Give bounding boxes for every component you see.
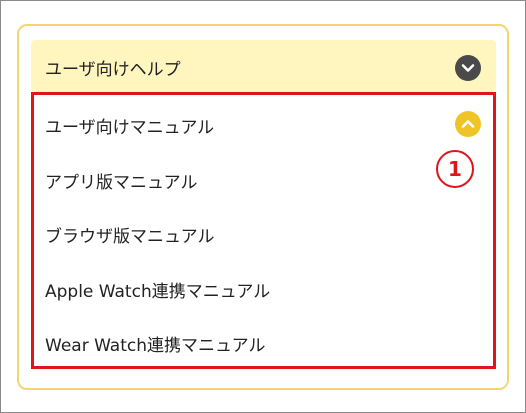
list-item-user-manual[interactable]: ユーザ向けマニュアル (45, 113, 214, 138)
list-item-wear-watch-manual[interactable]: Wear Watch連携マニュアル (45, 331, 266, 356)
chevron-up-icon[interactable] (455, 111, 481, 137)
chevron-down-icon[interactable] (455, 55, 481, 81)
callout-number-badge: 1 (436, 150, 474, 188)
list-item-browser-manual[interactable]: ブラウザ版マニュアル (45, 222, 215, 247)
accordion-header-label: ユーザ向けヘルプ (45, 60, 181, 80)
list-item-apple-watch-manual[interactable]: Apple Watch連携マニュアル (45, 277, 270, 302)
list-item-app-manual[interactable]: アプリ版マニュアル (45, 168, 198, 193)
accordion-header-user-help[interactable]: ユーザ向けヘルプ (31, 40, 496, 92)
